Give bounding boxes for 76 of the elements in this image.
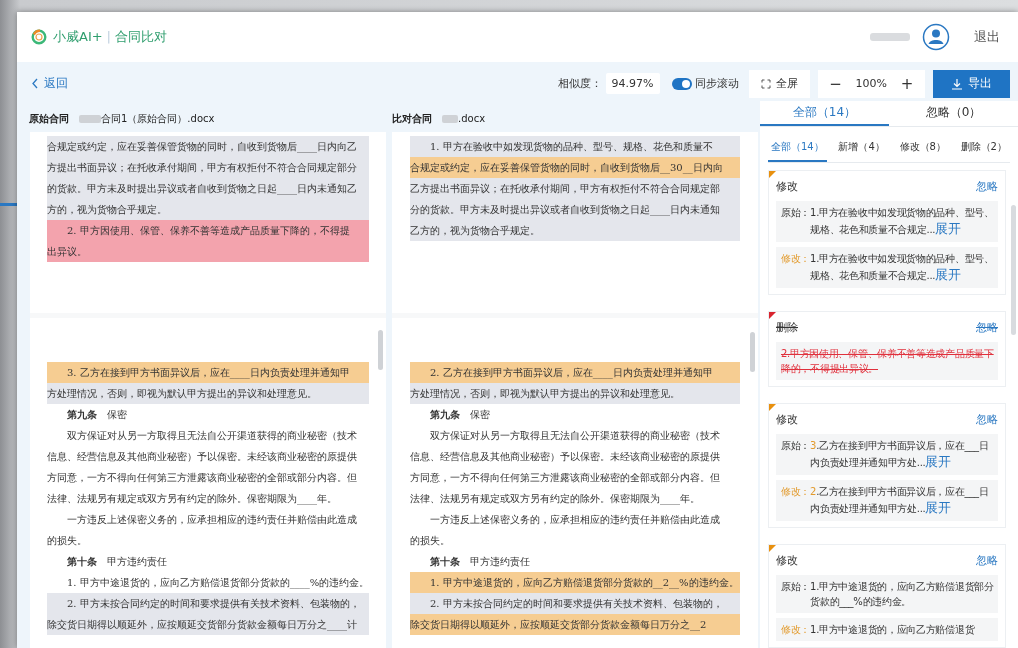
- tab[interactable]: 全部（14）: [760, 101, 889, 126]
- ignore-link[interactable]: 忽略: [976, 180, 998, 194]
- scrollbar: [378, 330, 383, 370]
- similarity-label: 相似度：: [557, 76, 602, 91]
- export-button[interactable]: 导出: [933, 69, 1010, 98]
- original-label: 原始：: [781, 439, 811, 453]
- modified-label: 修改：: [781, 485, 811, 499]
- change-type: 修改: [776, 180, 798, 194]
- chevron-left-icon: [31, 78, 38, 89]
- document-line: 法律、法规另有规定或双方另有约定的除外。保密期限为____年。: [410, 492, 701, 507]
- toggle-label: 同步滚动: [694, 76, 739, 91]
- clause-text: 1.甲方中途退货的，应向乙方赔偿退货: [810, 623, 976, 637]
- page-title: 合同比对: [114, 28, 167, 46]
- file-name: 合同1（原始合同）.docx: [101, 111, 215, 126]
- document-line: 第九条 保密: [66, 408, 128, 422]
- document-line: 第十条 甲方违约责任: [429, 555, 531, 569]
- toggle-switch[interactable]: [671, 77, 692, 90]
- deleted-text: 2.甲方因使用、保管、保养不善等造成产品质量下降的，不得提出异议。: [781, 347, 995, 376]
- brand-name: 小威AI+: [53, 28, 103, 46]
- logo-icon: [31, 29, 47, 45]
- original-label: 原始：: [781, 206, 811, 220]
- document-line: 的损失。: [410, 534, 451, 548]
- clause-text: 2.乙方在接到甲方书面异议后，应在___日内负责处理并通知甲方处...展开: [810, 485, 990, 517]
- ignore-link[interactable]: 忽略: [976, 413, 998, 427]
- original-label: 原始：: [781, 580, 811, 594]
- zoom-in-button[interactable]: +: [893, 74, 921, 93]
- clause-text: 1.甲方在验收中如发现货物的品种、型号、规格、花色和质量不合规定...展开: [810, 206, 995, 238]
- blurred-username: [870, 33, 910, 41]
- document-line: 双方保证对从另一方取得且无法自公开渠道获得的商业秘密（技术: [66, 429, 358, 443]
- document-line: 1. 甲方中途退货的，应向乙方赔偿退货部分货款的____%的违约金。: [66, 576, 369, 591]
- modified-label: 修改：: [781, 252, 811, 266]
- blurred-filename: [442, 114, 458, 123]
- expand-link[interactable]: 展开: [935, 266, 962, 284]
- filter-tab[interactable]: 修改（8）: [896, 135, 949, 162]
- ignore-link[interactable]: 忽略: [976, 554, 998, 568]
- expand-link[interactable]: 展开: [925, 499, 952, 517]
- tab[interactable]: 忽略（0）: [889, 101, 1018, 126]
- filter-tab[interactable]: 删除（2）: [957, 135, 1010, 162]
- zoom-value: 100%: [854, 77, 888, 90]
- similarity-value: 94.97%: [605, 73, 660, 94]
- document-line: 方同意，一方不得向任何第三方泄露该商业秘密的全部或部分内容。但: [47, 471, 358, 485]
- download-icon: [951, 77, 963, 90]
- document-label: 原始合同: [29, 111, 69, 126]
- modified-label: 修改：: [781, 623, 811, 637]
- document-line: 法律、法规另有规定或双方另有约定的除外。保密期限为____年。: [47, 492, 338, 507]
- expand-link[interactable]: 展开: [925, 453, 952, 471]
- document-line: 第十条 甲方违约责任: [66, 555, 168, 569]
- expand-link[interactable]: 展开: [935, 220, 962, 238]
- change-type: 修改: [776, 554, 798, 568]
- separator: |: [106, 30, 111, 44]
- filter-tab[interactable]: 全部（14）: [768, 135, 827, 162]
- clause-text: 3.乙方在接到甲方书面异议后，应在___日内负责处理并通知甲方处...展开: [810, 439, 990, 471]
- document-line: 一方违反上述保密义务的，应承担相应的违约责任并赔偿由此造成: [66, 513, 358, 527]
- scrollbar: [750, 332, 755, 372]
- zoom-out-button[interactable]: −: [821, 74, 850, 93]
- avatar-icon[interactable]: [922, 23, 950, 51]
- filter-tab[interactable]: 新增（4）: [835, 135, 888, 162]
- logout-button[interactable]: 退出: [974, 28, 1000, 46]
- document-label: 比对合同: [392, 111, 432, 126]
- change-type: 修改: [776, 413, 798, 427]
- file-name: .docx: [458, 113, 486, 124]
- clause-text: 1.甲方中途退货的，应向乙方赔偿退货部分货款的___%的违约金。: [810, 580, 995, 609]
- document-line: 方同意，一方不得向任何第三方泄露该商业秘密的全部或部分内容。但: [410, 471, 721, 485]
- back-link[interactable]: 返回: [31, 75, 68, 92]
- document-line: 的损失。: [47, 534, 88, 548]
- blurred-filename: [79, 114, 101, 123]
- document-line: 信息、经营信息及其他商业秘密）予以保密。未经该商业秘密的原提供: [410, 450, 721, 464]
- document-line: 信息、经营信息及其他商业秘密）予以保密。未经该商业秘密的原提供: [47, 450, 358, 464]
- expand-icon: [760, 78, 771, 89]
- document-line: 一方违反上述保密义务的，应承担相应的违约责任并赔偿由此造成: [429, 513, 721, 527]
- clause-text: 1.甲方在验收中如发现货物的品种、型号、规格、花色和质量不合规定...展开: [810, 252, 995, 284]
- ignore-link[interactable]: 忽略: [976, 321, 998, 335]
- document-line: 双方保证对从另一方取得且无法自公开渠道获得的商业秘密（技术: [429, 429, 721, 443]
- change-type: 删除: [776, 321, 798, 335]
- document-line: 第九条 保密: [429, 408, 491, 422]
- fullscreen-button[interactable]: 全屏: [748, 69, 810, 98]
